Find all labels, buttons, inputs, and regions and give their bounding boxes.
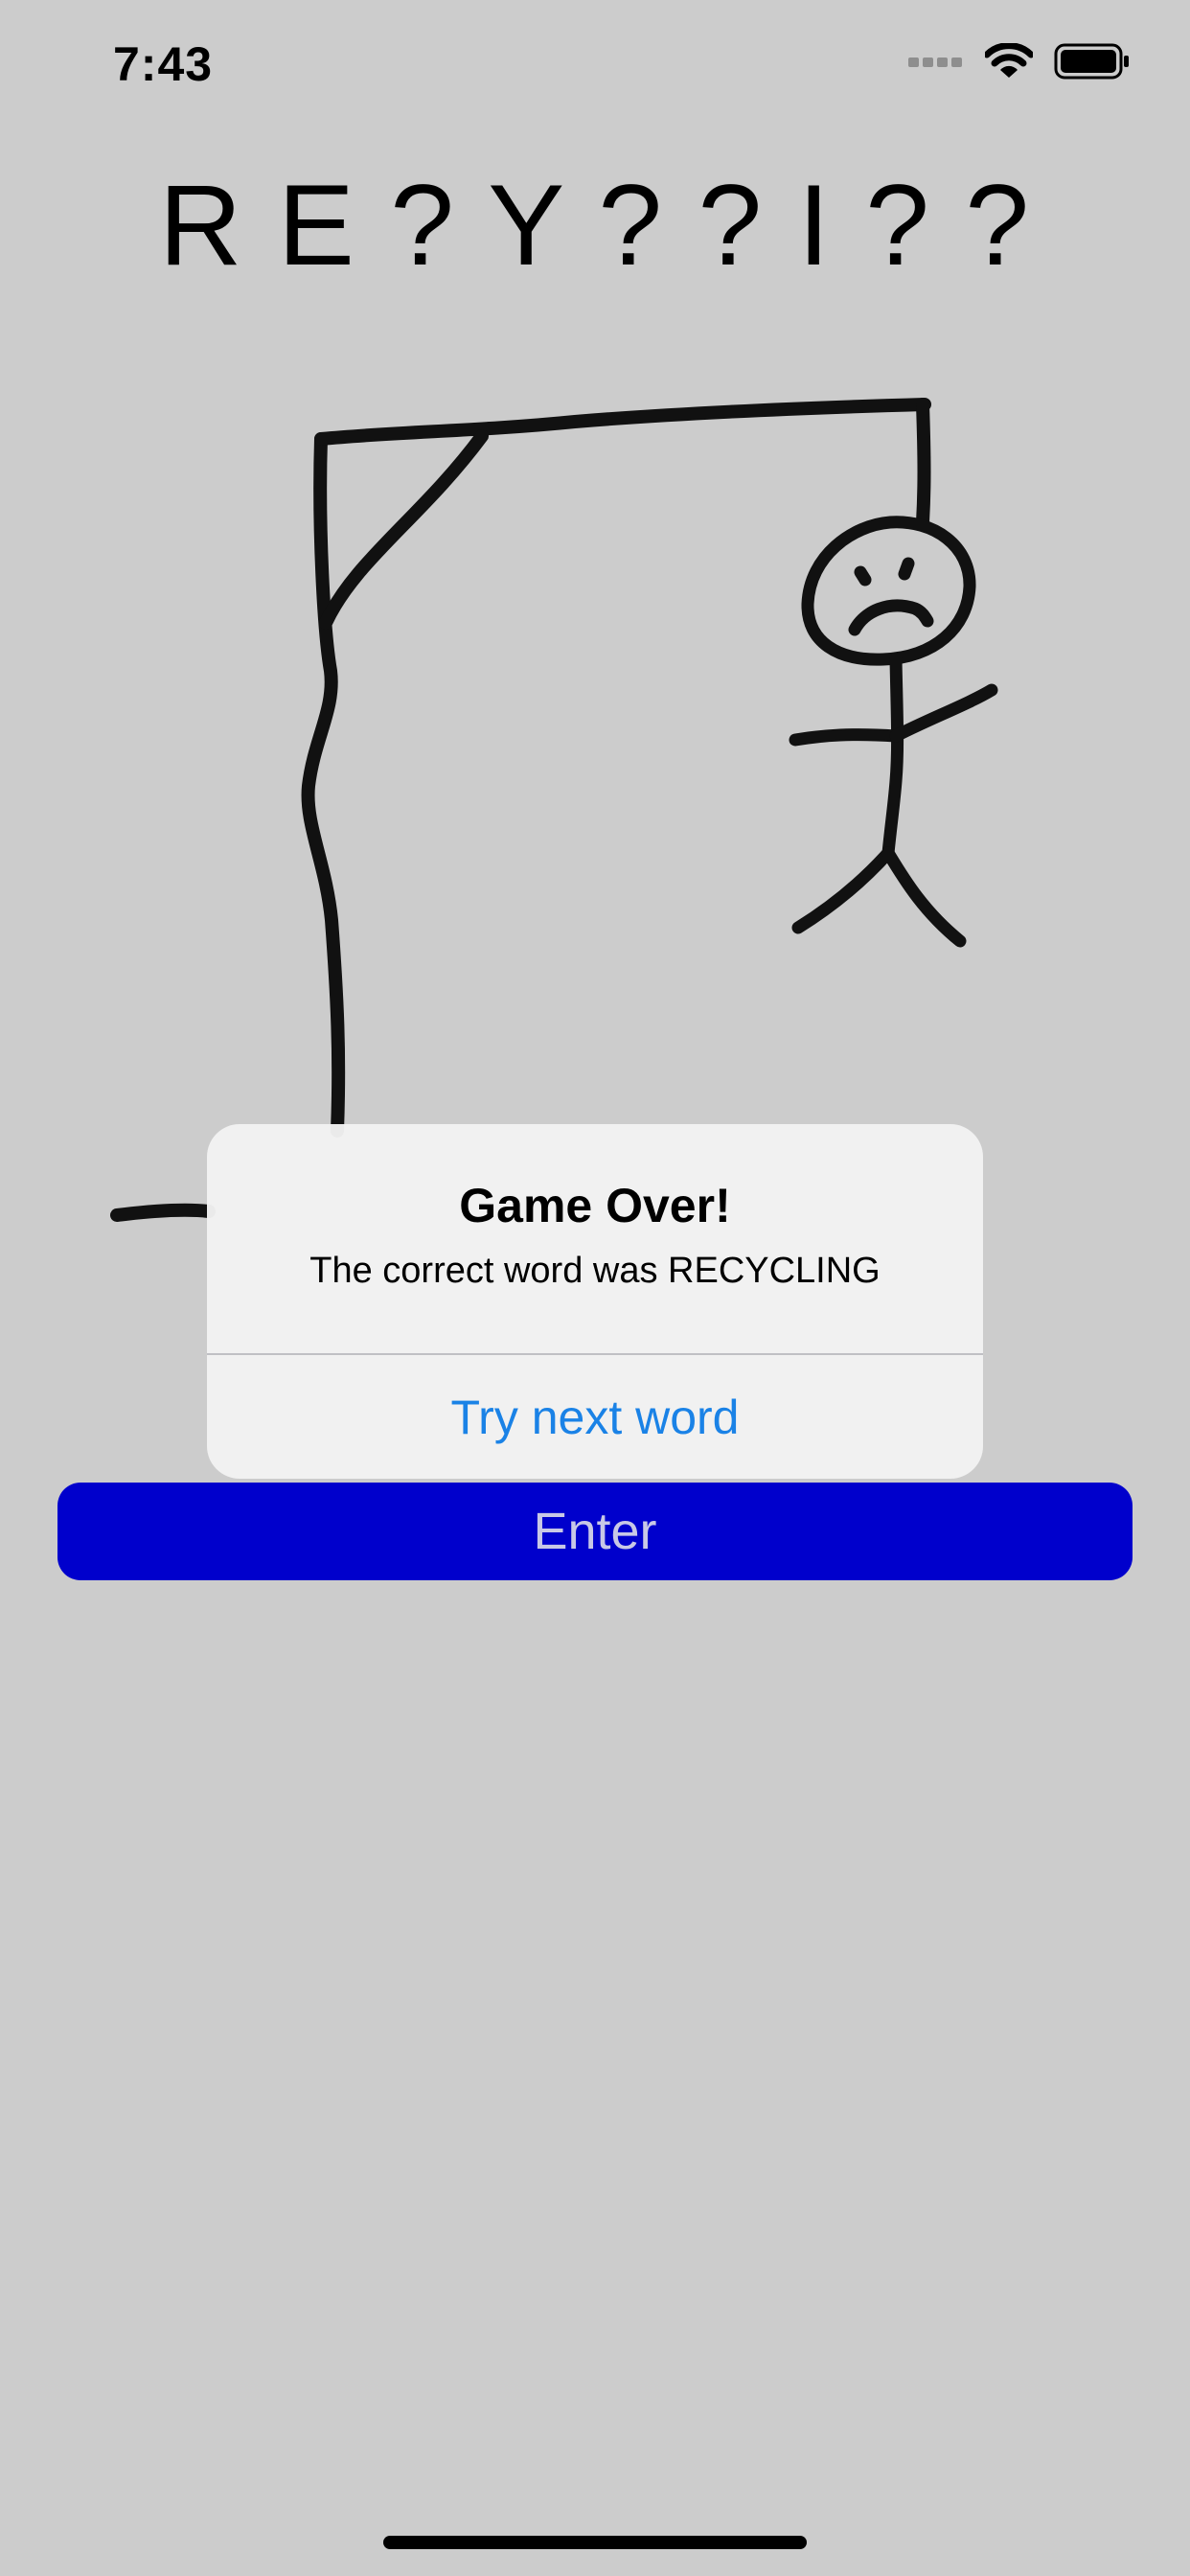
alert-message: The correct word was RECYCLING [309, 1251, 881, 1291]
body [881, 653, 904, 860]
gallows-base [110, 1203, 216, 1222]
left-leg [791, 846, 895, 934]
alert-title: Game Over! [459, 1179, 731, 1232]
head [801, 516, 976, 666]
battery-icon [1054, 43, 1129, 80]
try-next-word-button[interactable]: Try next word [207, 1355, 983, 1479]
status-bar: 7:43 [0, 0, 1190, 129]
right-eye [898, 557, 915, 581]
right-arm [889, 683, 998, 743]
game-over-alert: Game Over! The correct word was RECYCLIN… [207, 1124, 983, 1479]
gallows-beam [314, 398, 931, 446]
gallows-brace [319, 429, 489, 630]
gallows-post [301, 432, 346, 1138]
enter-button[interactable]: Enter [57, 1483, 1133, 1580]
hangman-drawing [110, 398, 998, 1222]
status-icons [908, 42, 1131, 80]
right-leg [881, 846, 967, 948]
wifi-icon [985, 43, 1033, 78]
gallows-rope [916, 398, 931, 529]
home-indicator[interactable] [383, 2536, 807, 2549]
cellular-signal-icon [908, 58, 962, 67]
status-time: 7:43 [113, 37, 214, 91]
left-eye [854, 565, 872, 586]
left-arm [789, 728, 903, 747]
word-display: R E ? Y ? ? I ? ? [158, 161, 1032, 289]
frown-mouth [848, 599, 934, 636]
